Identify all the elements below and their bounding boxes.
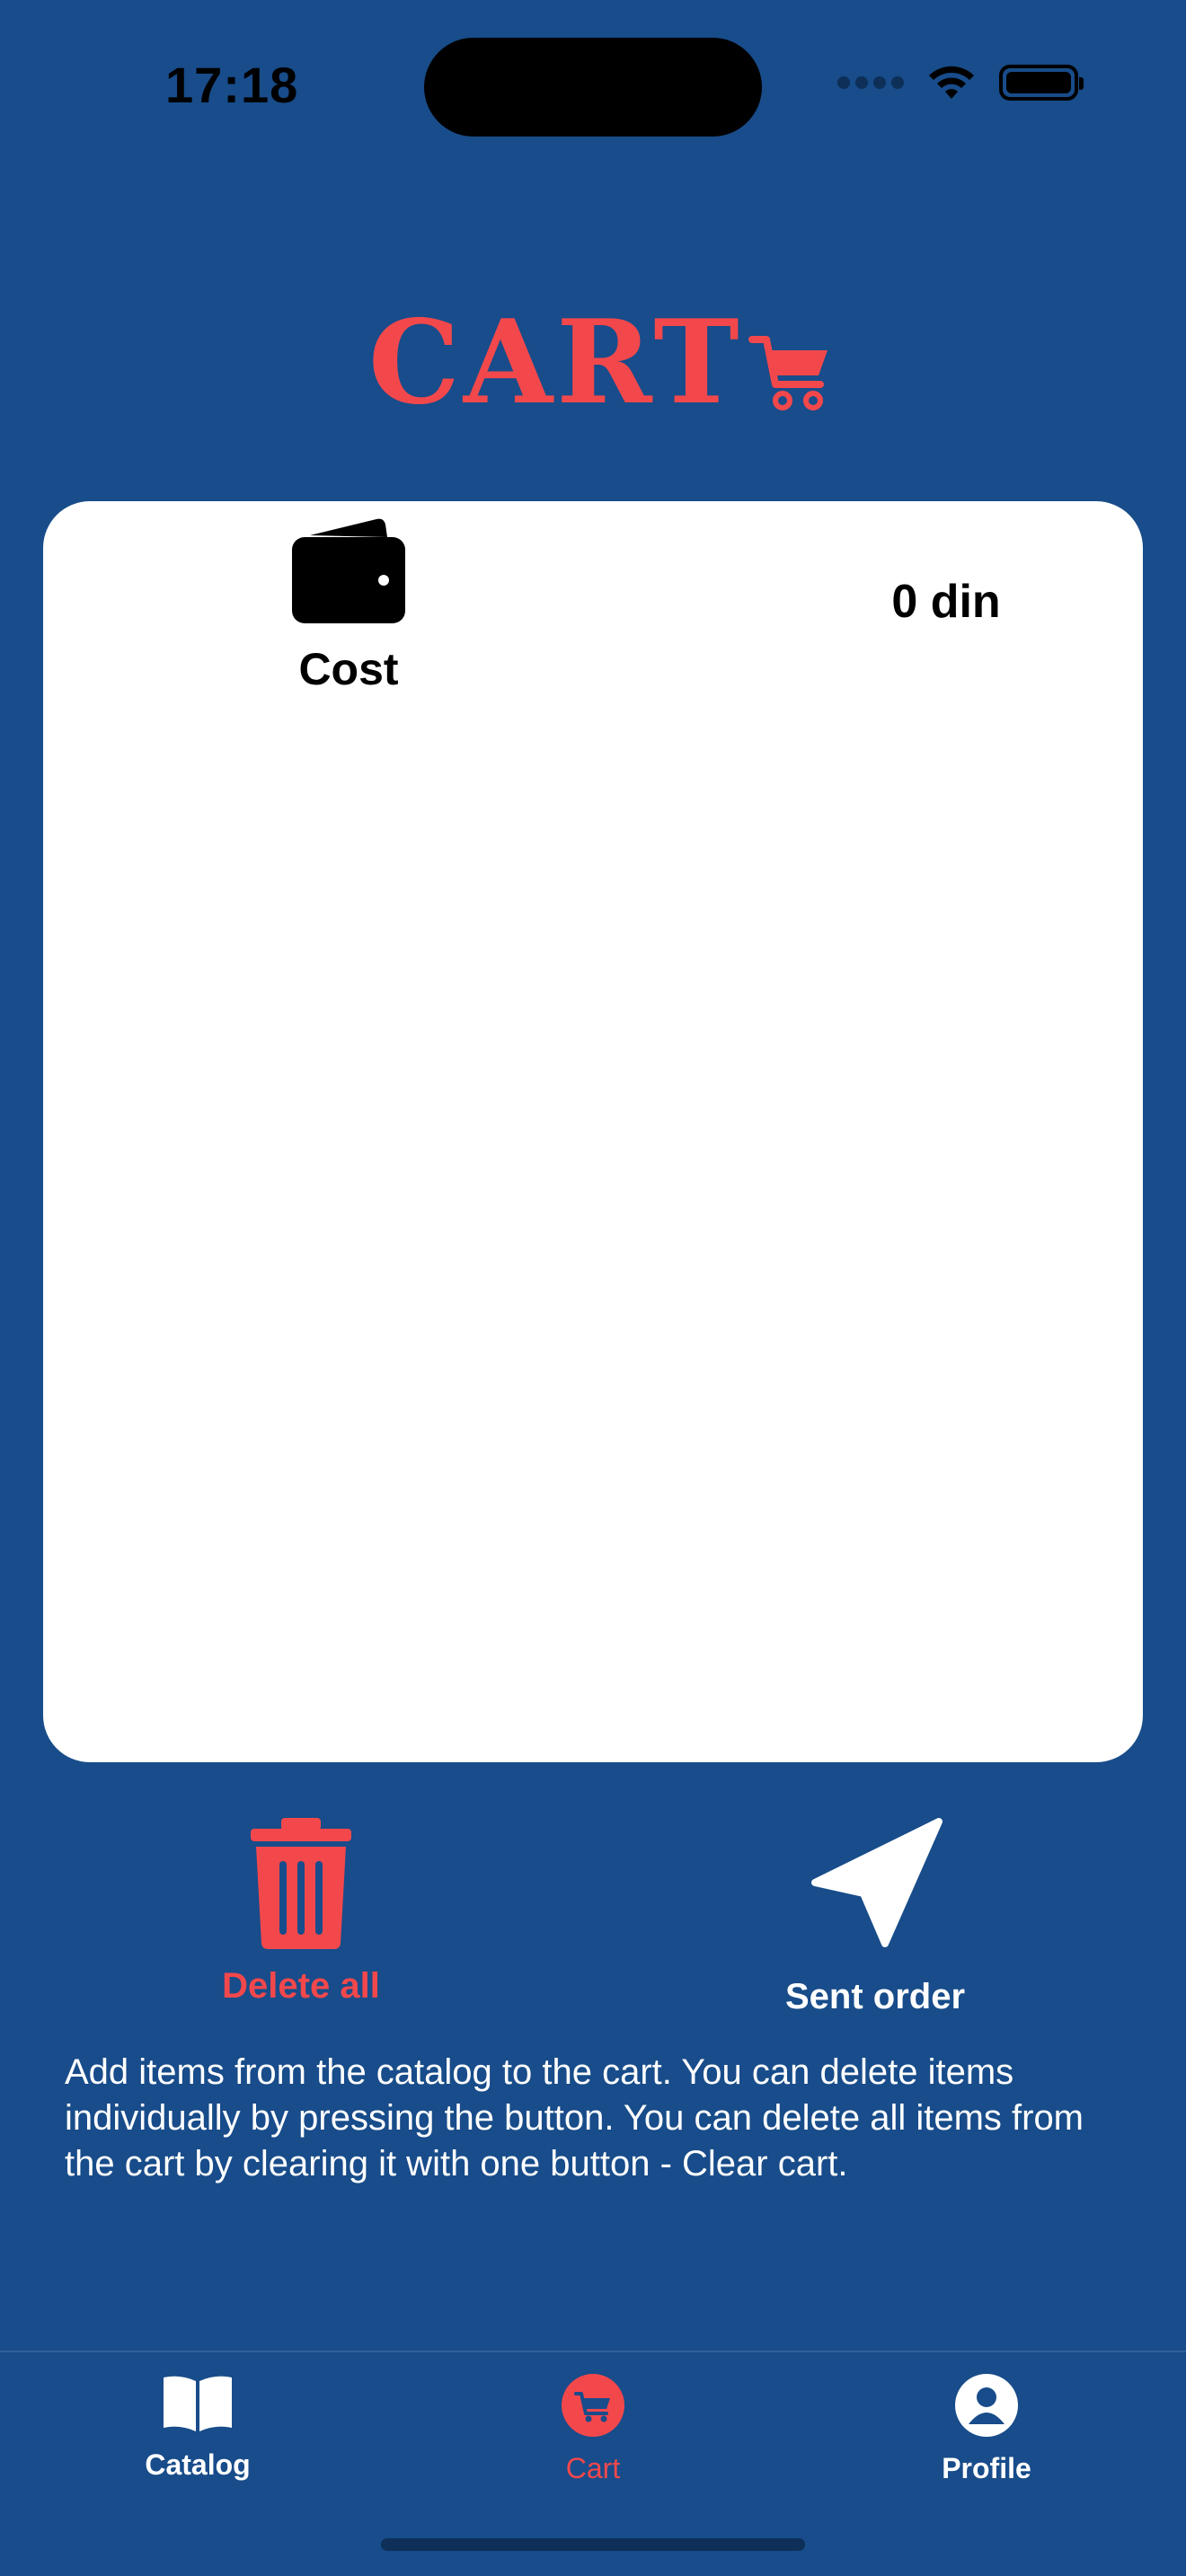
tab-catalog-label: Catalog xyxy=(145,2448,251,2481)
send-icon xyxy=(811,1818,943,1947)
send-order-button[interactable]: Sent order xyxy=(740,1818,1010,2017)
book-icon xyxy=(164,2376,232,2431)
cost-label: Cost xyxy=(298,644,399,694)
tab-cart[interactable]: Cart xyxy=(485,2374,701,2485)
page-title: CART xyxy=(368,296,743,430)
status-indicators xyxy=(837,63,1084,102)
cart-logo: CART xyxy=(368,305,835,420)
cart-icon xyxy=(562,2374,624,2437)
cart-logo-icon xyxy=(748,336,828,410)
wallet-icon xyxy=(292,518,405,623)
wifi-icon xyxy=(929,66,974,99)
cart-screen: 17:18 CART Cost 0 din Delete all Sent or… xyxy=(0,0,1186,2576)
send-order-label: Sent order xyxy=(784,1977,966,2016)
profile-icon xyxy=(955,2374,1018,2437)
tab-profile[interactable]: Profile xyxy=(879,2374,1094,2485)
cellular-signal-icon xyxy=(837,76,904,89)
status-time: 17:18 xyxy=(165,57,299,113)
tab-cart-label: Cart xyxy=(565,2452,621,2484)
delete-all-label: Delete all xyxy=(222,1966,380,2006)
cart-card: Cost 0 din xyxy=(43,501,1143,1762)
tab-catalog[interactable]: Catalog xyxy=(90,2374,305,2482)
battery-icon xyxy=(999,65,1084,101)
trash-icon xyxy=(251,1818,351,1949)
tab-profile-label: Profile xyxy=(942,2452,1031,2484)
cost-summary: Cost xyxy=(239,510,458,695)
help-text: Add items from the catalog to the cart. … xyxy=(65,2052,1084,2183)
cost-value: 0 din xyxy=(891,576,1001,628)
delete-all-button[interactable]: Delete all xyxy=(180,1818,422,2007)
home-indicator xyxy=(381,2538,805,2551)
dynamic-island xyxy=(424,38,762,137)
